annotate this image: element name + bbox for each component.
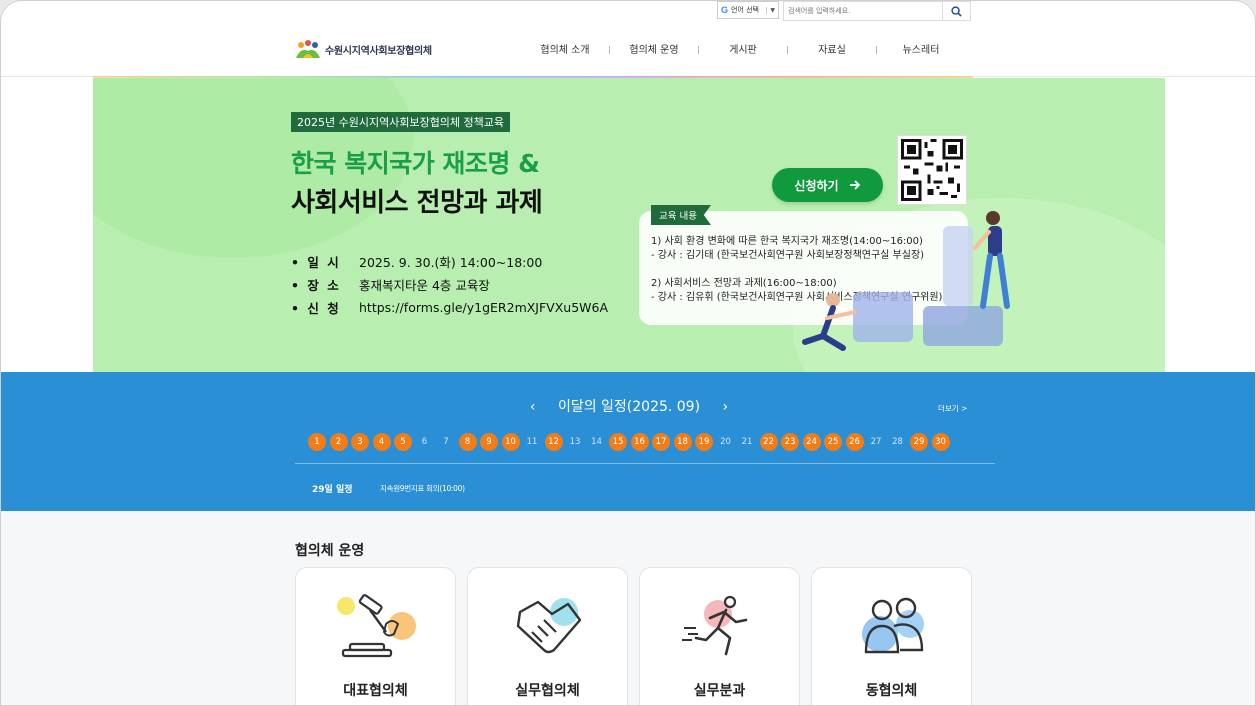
- day-2[interactable]: 2: [329, 433, 348, 451]
- day-28: 28: [892, 437, 903, 447]
- day-12[interactable]: 12: [544, 433, 563, 451]
- day-18[interactable]: 18: [673, 433, 692, 451]
- info-row-apply: • 신 청 https://forms.gle/y1gER2mXJFVXu5W6…: [291, 296, 608, 319]
- selected-day-label: 29일 일정: [312, 485, 353, 495]
- day-23[interactable]: 23: [781, 433, 799, 451]
- day-25[interactable]: 25: [824, 433, 842, 451]
- info-value: 2025. 9. 30.(화) 14:00~18:00: [359, 255, 543, 270]
- search-box: [783, 1, 971, 21]
- nav-item-newsletter[interactable]: 뉴스레터: [877, 41, 965, 56]
- banner-title-line1: 한국 복지국가 재조명 &: [291, 149, 540, 178]
- info-label: • 신 청: [291, 301, 341, 316]
- card-representative[interactable]: 대표협의체: [295, 567, 456, 705]
- day-6: 6: [421, 437, 428, 447]
- info-value: 홍재복지타운 4층 교육장: [359, 278, 490, 293]
- card-label: 동협의체: [865, 683, 918, 699]
- day-4[interactable]: 4: [372, 433, 391, 451]
- card-label: 대표협의체: [343, 683, 408, 699]
- qr-code-icon: [901, 139, 963, 201]
- day-29[interactable]: 29: [910, 433, 928, 451]
- day-30[interactable]: 30: [931, 433, 950, 451]
- day-14: 14: [591, 437, 602, 447]
- day-22[interactable]: 22: [759, 433, 778, 451]
- handshake-icon: [516, 598, 582, 654]
- card-label: 실무분과: [693, 683, 746, 699]
- day-5[interactable]: 5: [394, 433, 412, 451]
- info-value: https://forms.gle/y1gER2mXJFVXu5W6A: [359, 300, 609, 315]
- info-label: • 장 소: [291, 278, 341, 293]
- day-13: 13: [569, 437, 581, 447]
- day-21: 21: [741, 437, 753, 447]
- chevron-right-icon[interactable]: ›: [723, 399, 729, 415]
- nav-item-intro[interactable]: 협의체 소개: [521, 41, 609, 56]
- banner-tag: 2025년 수원시지역사회보장협의체 정책교육: [291, 112, 511, 132]
- nav-item-board[interactable]: 게시판: [699, 41, 787, 56]
- schedule-title: 이달의 일정(2025. 09): [557, 399, 701, 415]
- logo-text: 수원시지역사회보장협의체: [325, 45, 432, 57]
- chevron-down-icon: ▼: [766, 6, 775, 14]
- card-working[interactable]: 실무협의체: [467, 567, 628, 705]
- day-17[interactable]: 17: [652, 433, 670, 451]
- monthly-schedule: ‹ 이달의 일정(2025. 09) › 더보기 > 1 2 3 4 5 6 7 8 9 10 11…: [1, 372, 1255, 511]
- card-dong[interactable]: 동협의체: [811, 567, 972, 705]
- card-subcommittee[interactable]: 실무분과: [639, 567, 800, 705]
- schedule-more-link[interactable]: 더보기 >: [938, 403, 967, 414]
- day-16[interactable]: 16: [630, 433, 649, 451]
- site-header: 수원시지역사회보장협의체 협의체 소개 협의체 운영 게시판 자료실 뉴스레터: [1, 21, 1255, 77]
- day-11: 11: [526, 437, 538, 447]
- day-26[interactable]: 26: [845, 433, 864, 451]
- utility-bar: G 언어 선택 ▼: [717, 1, 971, 21]
- arrow-right-icon: [849, 180, 860, 190]
- schedule-days: 1 2 3 4 5 6 7 8 9 10 11 12 13 14 15 16 17 18 19 20 21 22 23 24 2…: [308, 433, 950, 451]
- banner-title-line2: 사회서비스 전망과 과제: [291, 188, 543, 218]
- operations-section: 협의체 운영 대표협의체 실무협의체 실무분과 동협의체: [1, 511, 1255, 705]
- apply-button-label: 신청하기: [794, 178, 839, 193]
- day-9[interactable]: 9: [480, 433, 498, 451]
- chevron-left-icon[interactable]: ‹: [530, 399, 536, 415]
- google-icon: G: [721, 5, 729, 15]
- info-row-date: • 일 시 2025. 9. 30.(화) 14:00~18:00: [291, 250, 608, 273]
- main-nav: 협의체 소개 협의체 운영 게시판 자료실 뉴스레터: [521, 41, 965, 56]
- logo-icon: [296, 40, 320, 58]
- nav-item-operation[interactable]: 협의체 운영: [610, 41, 698, 56]
- info-row-place: • 장 소 홍재복지타운 4층 교육장: [291, 273, 608, 296]
- search-icon: [951, 5, 962, 17]
- running-person-icon: [682, 595, 748, 656]
- day-7: 7: [443, 437, 449, 447]
- nav-item-archive[interactable]: 자료실: [788, 41, 876, 56]
- people-moving-blocks-illustration: [802, 211, 1010, 351]
- education-tag: 교육 내용: [651, 205, 711, 225]
- search-button[interactable]: [942, 2, 970, 20]
- schedule-divider: [295, 463, 995, 464]
- language-select[interactable]: G 언어 선택 ▼: [717, 1, 779, 19]
- section-title: 협의체 운영: [295, 543, 365, 559]
- day-15[interactable]: 15: [609, 433, 627, 451]
- card-label: 실무협의체: [515, 683, 580, 699]
- day-24[interactable]: 24: [802, 433, 821, 451]
- people-group-icon: [862, 597, 924, 654]
- gavel-icon: [337, 594, 416, 658]
- day-10[interactable]: 10: [501, 433, 520, 451]
- day-1[interactable]: 1: [308, 433, 326, 451]
- schedule-header: ‹ 이달의 일정(2025. 09) ›: [1, 396, 1255, 416]
- site-logo[interactable]: 수원시지역사회보장협의체: [295, 39, 432, 59]
- banner-info-list: • 일 시 2025. 9. 30.(화) 14:00~18:00 • 장 소 …: [291, 250, 608, 319]
- day-20: 20: [720, 437, 731, 447]
- info-label: • 일 시: [291, 255, 341, 270]
- selected-day-event[interactable]: 지속원9번지표 회의(10:00): [380, 483, 465, 494]
- day-3[interactable]: 3: [351, 433, 369, 451]
- browser-viewport: G 언어 선택 ▼ 수원시지역사회보장협의체 협의체 소개 협의체: [0, 0, 1256, 706]
- day-19[interactable]: 19: [695, 433, 713, 451]
- day-27: 27: [870, 437, 882, 447]
- language-select-label: 언어 선택: [731, 6, 760, 14]
- search-input[interactable]: [784, 2, 942, 20]
- day-8[interactable]: 8: [458, 433, 477, 451]
- main-banner[interactable]: 2025년 수원시지역사회보장협의체 정책교육 한국 복지국가 재조명 & 사회…: [93, 78, 1165, 372]
- qr-code: [897, 135, 967, 205]
